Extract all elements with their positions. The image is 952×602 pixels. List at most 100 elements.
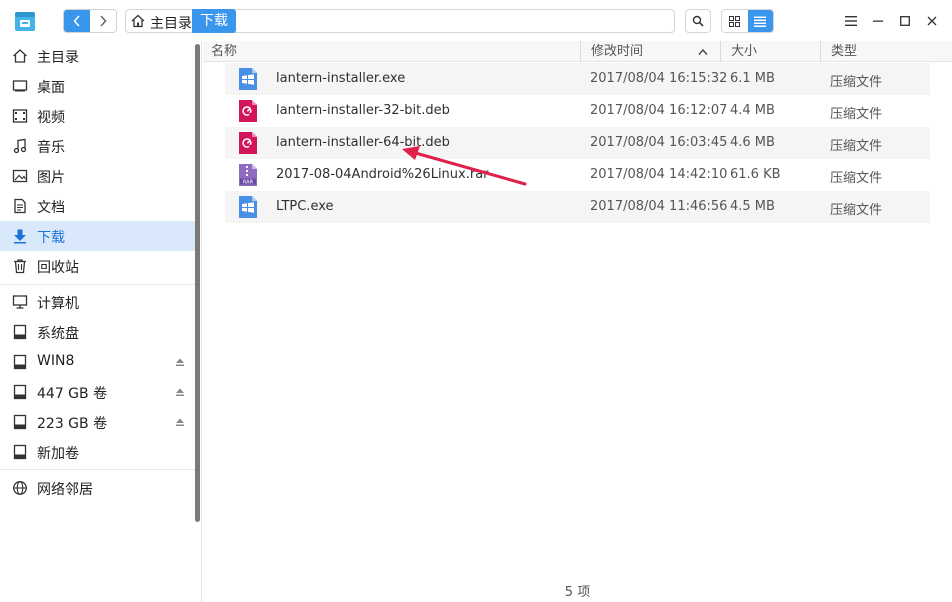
column-divider[interactable] [580,41,581,62]
file-name: LTPC.exe [276,199,334,214]
sidebar-item-new-volume[interactable]: 新加卷 [0,437,200,467]
minimize-button[interactable] [868,11,888,31]
file-modified: 2017/08/04 16:15:32 [590,71,728,86]
file-row[interactable]: lantern-installer-32-bit.deb 2017/08/04 … [225,95,930,127]
drive-icon [13,444,27,460]
drive-icon [13,324,27,340]
sidebar-item-label: 下载 [37,230,65,246]
document-icon [14,198,26,214]
file-row[interactable]: lantern-installer.exe 2017/08/04 16:15:3… [225,63,930,95]
drive-icon [13,384,27,400]
sidebar-item-pictures[interactable]: 图片 [0,161,200,191]
file-size: 4.5 MB [730,199,775,214]
file-size: 6.1 MB [730,71,775,86]
breadcrumb[interactable]: 主目录 下载 [125,9,675,33]
file-size: 4.6 MB [730,135,775,150]
rar-icon: RAR [239,164,257,186]
download-icon [14,229,26,244]
video-icon [12,109,28,123]
file-name: lantern-installer-32-bit.deb [276,103,450,118]
sidebar-item-label: 回收站 [37,260,79,276]
view-mode-switch [721,9,774,33]
column-modified[interactable]: 修改时间 [591,41,643,62]
column-divider[interactable] [720,41,721,62]
sidebar-item-documents[interactable]: 文档 [0,191,200,221]
sidebar-item-label: 文档 [37,200,65,216]
sidebar-item-music[interactable]: 音乐 [0,131,200,161]
file-size: 61.6 KB [730,167,781,182]
column-divider[interactable] [820,41,821,62]
file-name: lantern-installer-64-bit.deb [276,135,450,150]
sidebar-item-label: 计算机 [37,296,79,312]
sidebar-item-home[interactable]: 主目录 [0,41,200,71]
file-modified: 2017/08/04 11:46:56 [590,199,728,214]
drive-icon [13,354,27,370]
maximize-button[interactable] [895,11,915,31]
column-name[interactable]: 名称 [211,41,237,62]
sidebar-item-trash[interactable]: 回收站 [0,251,200,281]
file-row[interactable]: lantern-installer-64-bit.deb 2017/08/04 … [225,127,930,159]
minimize-icon [873,20,883,22]
grid-view-icon [729,15,741,27]
sidebar-item-label: 主目录 [37,50,79,66]
sidebar-item-label: 223 GB 卷 [37,416,108,432]
computer-icon [12,295,28,309]
sidebar-divider [0,284,200,285]
search-icon [692,15,704,27]
breadcrumb-current[interactable]: 下载 [192,9,236,33]
sidebar-item-label: 音乐 [37,140,65,156]
menu-button[interactable] [841,11,861,31]
list-view-icon [754,16,767,27]
sidebar-item-label: 视频 [37,110,65,126]
sidebar-item-network[interactable]: 网络邻居 [0,473,200,503]
file-type: 压缩文件 [830,139,883,154]
sidebar-item-label: 桌面 [37,80,65,96]
grid-view-button[interactable] [722,10,748,32]
file-name: lantern-installer.exe [276,71,406,86]
sidebar-item-223gb[interactable]: 223 GB 卷 [0,407,200,437]
column-type[interactable]: 类型 [831,41,857,62]
file-row[interactable]: LTPC.exe 2017/08/04 11:46:56 4.5 MB 压缩文件 [225,191,930,223]
sidebar-item-video[interactable]: 视频 [0,101,200,131]
exe-icon [239,68,257,90]
title-bar: 主目录 下载 [0,0,952,42]
back-button[interactable] [64,10,90,32]
network-icon [13,481,27,495]
sidebar-item-447gb[interactable]: 447 GB 卷 [0,377,200,407]
sidebar-item-computer[interactable]: 计算机 [0,287,200,317]
file-type: 压缩文件 [830,171,883,186]
eject-icon[interactable] [175,387,185,397]
home-icon [13,49,27,63]
column-size[interactable]: 大小 [731,41,757,62]
trash-icon [14,259,26,274]
column-header: 名称 修改时间 大小 类型 [203,41,952,62]
sidebar-scrollbar[interactable] [195,44,200,522]
sidebar-item-desktop[interactable]: 桌面 [0,71,200,101]
picture-icon [12,169,28,183]
breadcrumb-home[interactable]: 主目录 [150,13,192,33]
sidebar-item-label: 447 GB 卷 [37,386,108,402]
eject-icon[interactable] [175,417,185,427]
file-manager-logo-icon [15,12,35,31]
sidebar-divider [0,469,200,470]
search-button[interactable] [685,9,711,33]
exe-icon [239,196,257,218]
file-row[interactable]: RAR 2017-08-04Android%26Linux.rar 2017/0… [225,159,930,191]
menu-icon [845,16,857,26]
sort-ascending-icon [698,48,708,55]
close-icon [927,16,937,26]
sidebar-item-system-disk[interactable]: 系统盘 [0,317,200,347]
sidebar-item-downloads[interactable]: 下载 [0,221,200,251]
close-button[interactable] [922,11,942,31]
sidebar: 主目录 桌面 视频 音乐 图片 文档 下载 回收站 计算机 系统盘 WIN8 4… [0,41,202,602]
sidebar-item-win8[interactable]: WIN8 [0,347,200,377]
maximize-icon [900,16,910,26]
navigation-buttons [63,9,117,33]
forward-button[interactable] [90,10,116,32]
list-view-button[interactable] [747,10,773,32]
sidebar-item-label: 系统盘 [37,326,79,342]
chevron-left-icon [73,15,80,27]
deb-icon [239,100,257,122]
sidebar-item-label: WIN8 [37,353,75,369]
eject-icon[interactable] [175,357,185,367]
